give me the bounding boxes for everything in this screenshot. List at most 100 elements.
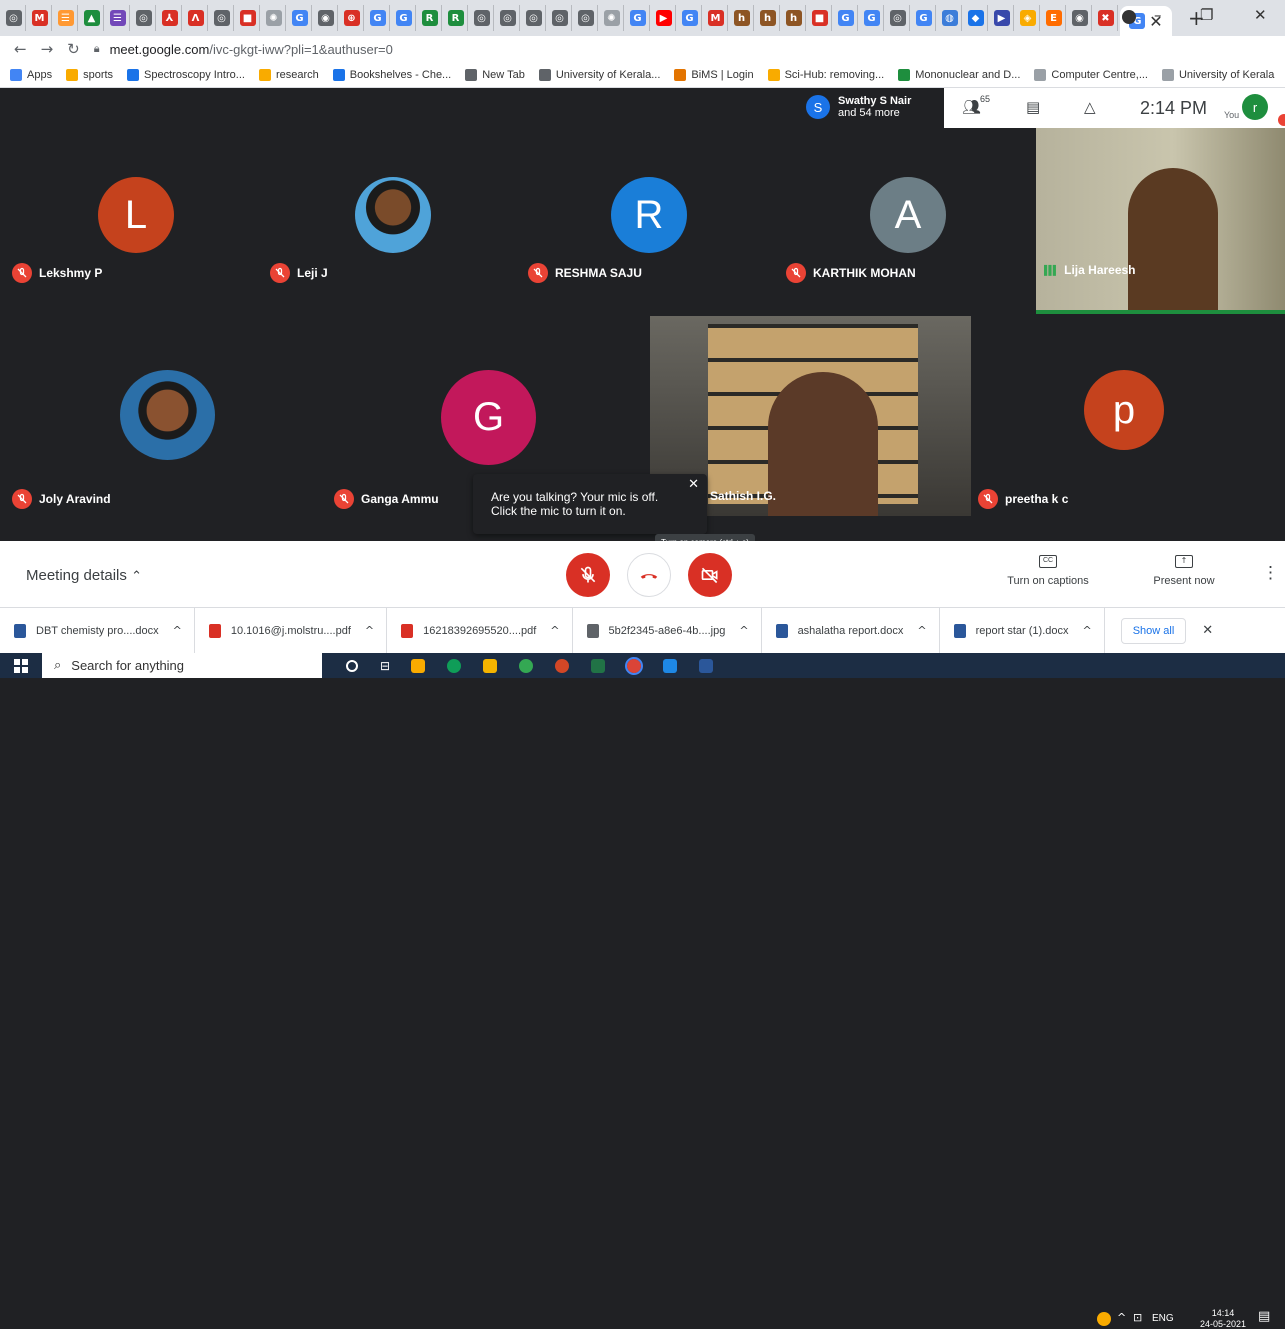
- bookmark-item[interactable]: Mononuclear and D...: [898, 68, 1020, 81]
- bookmark-item[interactable]: Spectroscopy Intro...: [127, 68, 245, 81]
- browser-tab[interactable]: ▶: [652, 5, 676, 31]
- language-indicator[interactable]: ENG: [1152, 1313, 1174, 1324]
- leave-call-button[interactable]: [627, 553, 671, 597]
- browser-tab[interactable]: ▲: [80, 5, 104, 31]
- browser-tab[interactable]: ◈: [1016, 5, 1040, 31]
- browser-tab[interactable]: ◉: [1068, 5, 1092, 31]
- browser-tab[interactable]: h: [782, 5, 806, 31]
- task-view-icon[interactable]: ⊟: [380, 659, 390, 673]
- browser-tab[interactable]: ◎: [210, 5, 234, 31]
- chevron-up-icon[interactable]: ^: [1083, 624, 1092, 637]
- browser-tab[interactable]: ▶: [990, 5, 1014, 31]
- chevron-up-icon[interactable]: ^: [739, 624, 748, 637]
- close-window-icon[interactable]: ✕: [1254, 6, 1267, 24]
- browser-tab[interactable]: R: [444, 5, 468, 31]
- browser-tab[interactable]: G: [912, 5, 936, 31]
- browser-tab[interactable]: E: [1042, 5, 1066, 31]
- chevron-up-icon[interactable]: ^: [550, 624, 559, 637]
- network-icon[interactable]: ⊡: [1133, 1311, 1142, 1324]
- file-explorer-icon[interactable]: [411, 658, 426, 673]
- browser-tab[interactable]: ◎: [522, 5, 546, 31]
- app-icon[interactable]: [519, 658, 534, 673]
- bookmark-item[interactable]: Sci-Hub: removing...: [767, 68, 884, 81]
- browser-tab[interactable]: G: [678, 5, 702, 31]
- cortana-icon[interactable]: [346, 659, 358, 672]
- bookmark-item[interactable]: sports: [66, 68, 113, 81]
- present-button[interactable]: ↑ Present now: [1140, 555, 1228, 587]
- bookmark-item[interactable]: Computer Centre,...: [1034, 68, 1148, 81]
- close-downloads-icon[interactable]: ✕: [1202, 623, 1213, 638]
- maximize-icon[interactable]: ❐: [1200, 6, 1213, 24]
- browser-tab[interactable]: ⅄: [158, 5, 182, 31]
- start-button[interactable]: [0, 653, 42, 678]
- chevron-up-icon[interactable]: ^: [917, 624, 926, 637]
- browser-tab[interactable]: M: [28, 5, 52, 31]
- activities-icon[interactable]: △: [1084, 98, 1096, 116]
- edge-icon[interactable]: [447, 658, 462, 673]
- browser-tab[interactable]: G: [626, 5, 650, 31]
- browser-tab[interactable]: ◎: [886, 5, 910, 31]
- browser-tab[interactable]: Λ: [184, 5, 208, 31]
- bookmark-item[interactable]: BiMS | Login: [674, 68, 754, 81]
- browser-tab[interactable]: ◍: [938, 5, 962, 31]
- mic-toggle-button[interactable]: [566, 553, 610, 597]
- meeting-details-button[interactable]: Meeting details ⌃: [26, 567, 142, 584]
- browser-tab[interactable]: h: [756, 5, 780, 31]
- browser-tab[interactable]: G: [366, 5, 390, 31]
- minimize-icon[interactable]: –: [1154, 6, 1162, 24]
- bookmark-item[interactable]: Bookshelves - Che...: [332, 68, 451, 81]
- browser-tab[interactable]: ☰: [106, 5, 130, 31]
- browser-tab[interactable]: h: [730, 5, 754, 31]
- browser-tab[interactable]: G: [860, 5, 884, 31]
- download-item[interactable]: report star (1).docx ^: [940, 607, 1105, 654]
- forward-icon[interactable]: →: [41, 40, 54, 58]
- browser-tab[interactable]: ✖: [1094, 5, 1118, 31]
- help-tray-icon[interactable]: [1097, 1312, 1111, 1326]
- tray-chevron-icon[interactable]: ^: [1117, 1311, 1126, 1324]
- download-item[interactable]: DBT chemisty pro....docx ^: [0, 607, 195, 654]
- captions-button[interactable]: CC Turn on captions: [1004, 555, 1092, 587]
- download-item[interactable]: ashalatha report.docx ^: [762, 607, 940, 654]
- reload-icon[interactable]: ↻: [67, 40, 80, 58]
- browser-tab[interactable]: ✺: [262, 5, 286, 31]
- people-icon[interactable]: 👥︎: [962, 98, 981, 116]
- bookmark-item[interactable]: Apps: [10, 68, 52, 81]
- chrome-taskbar-icon[interactable]: [625, 656, 644, 675]
- browser-tab[interactable]: ☰: [54, 5, 78, 31]
- notifications-icon[interactable]: ▤: [1258, 1309, 1270, 1324]
- more-options-icon[interactable]: ⋮: [1262, 563, 1279, 583]
- download-item[interactable]: 16218392695520....pdf ^: [387, 607, 573, 654]
- browser-tab[interactable]: ⊕: [340, 5, 364, 31]
- tooltip-close-icon[interactable]: ✕: [688, 478, 699, 492]
- browser-tab[interactable]: ◆: [964, 5, 988, 31]
- browser-tab[interactable]: ■: [808, 5, 832, 31]
- browser-tab[interactable]: ✺: [600, 5, 624, 31]
- camera-toggle-button[interactable]: [688, 553, 732, 597]
- powerpoint-icon[interactable]: [555, 658, 570, 673]
- browser-tab[interactable]: ◎: [574, 5, 598, 31]
- photos-icon[interactable]: [663, 658, 678, 673]
- back-icon[interactable]: ←: [14, 40, 27, 58]
- folder-icon[interactable]: [483, 658, 498, 673]
- bookmark-item[interactable]: New Tab: [465, 68, 525, 81]
- tab-search-icon[interactable]: [1122, 10, 1136, 24]
- browser-tab[interactable]: R: [418, 5, 442, 31]
- browser-tab[interactable]: M: [704, 5, 728, 31]
- browser-tab[interactable]: ◉: [314, 5, 338, 31]
- excel-icon[interactable]: [591, 658, 606, 673]
- bookmark-item[interactable]: University of Kerala: [1161, 68, 1274, 81]
- taskbar-search[interactable]: ⌕ Search for anything: [42, 653, 322, 678]
- word-icon[interactable]: [699, 658, 714, 673]
- browser-tab[interactable]: G: [834, 5, 858, 31]
- browser-tab[interactable]: ◎: [470, 5, 494, 31]
- download-item[interactable]: 5b2f2345-a8e6-4b....jpg ^: [573, 607, 762, 654]
- browser-tab[interactable]: ◎: [2, 5, 26, 31]
- show-all-button[interactable]: Show all: [1120, 617, 1187, 644]
- download-item[interactable]: 10.1016@j.molstru....pdf ^: [195, 607, 388, 654]
- browser-tab[interactable]: ◎: [132, 5, 156, 31]
- chevron-up-icon[interactable]: ^: [365, 624, 374, 637]
- chat-icon[interactable]: ▤: [1026, 98, 1040, 116]
- browser-tab[interactable]: G: [392, 5, 416, 31]
- url-bar[interactable]: meet.google.com/ivc-gkgt-iww?pli=1&authu…: [110, 42, 393, 57]
- bookmark-item[interactable]: University of Kerala...: [538, 68, 660, 81]
